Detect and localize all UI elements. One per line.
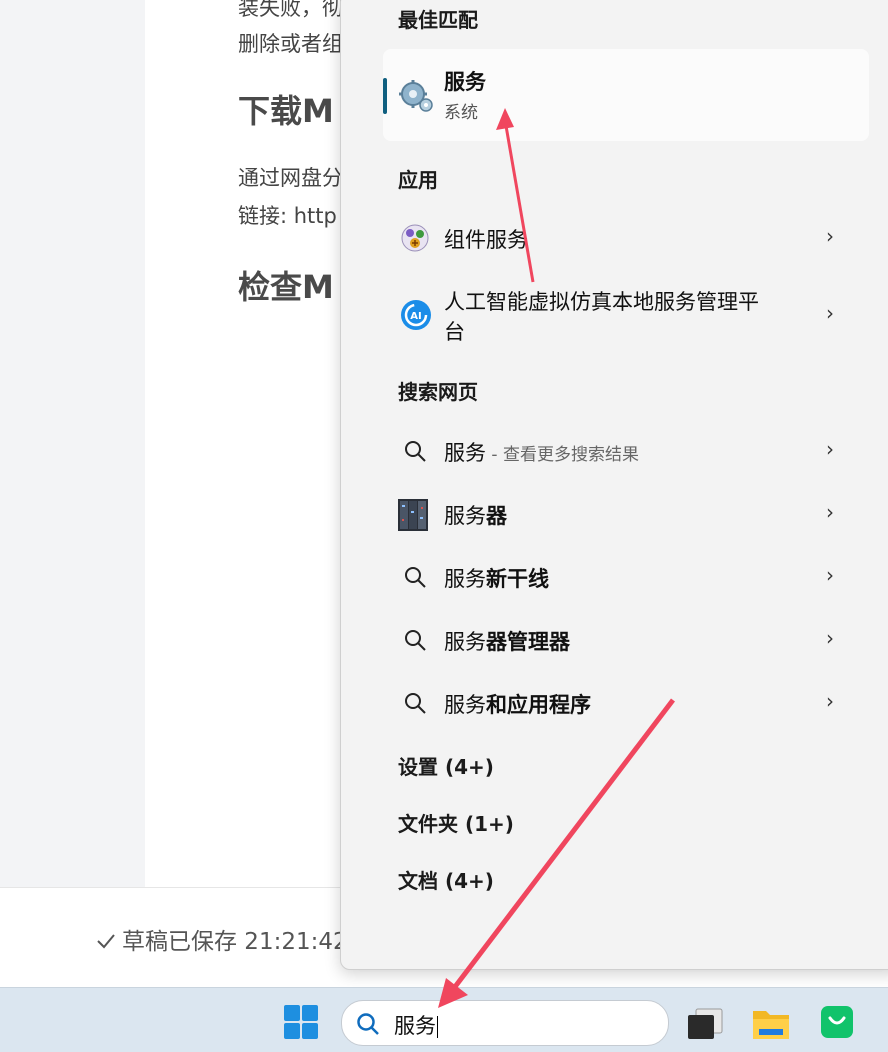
windows-start-icon[interactable] [284, 1005, 318, 1043]
doc-heading-download: 下载M [238, 92, 334, 130]
web-result-hint: - 查看更多搜索结果 [486, 445, 639, 465]
doc-paragraph-3: 通过网盘分 [238, 166, 343, 190]
best-match-subtitle: 系统 [444, 103, 478, 123]
web-result-main: 服务 [444, 630, 486, 654]
app-item-ai-platform-line2: 台 [444, 320, 465, 344]
web-result-main: 服务 [444, 567, 486, 591]
svg-text:AI: AI [410, 311, 421, 322]
ai-platform-icon: AI [400, 299, 432, 335]
taskbar-search-input[interactable] [341, 1000, 669, 1046]
chevron-right-icon[interactable]: › [826, 626, 834, 650]
chevron-right-icon[interactable]: › [826, 437, 834, 461]
web-result-bold: 新干线 [486, 567, 549, 591]
chevron-right-icon[interactable]: › [826, 500, 834, 524]
web-result-main: 服务 [444, 504, 486, 528]
search-icon [404, 440, 426, 466]
app-item-component-services[interactable]: 组件服务 [444, 224, 528, 254]
web-result-services[interactable]: 服务 - 查看更多搜索结果 [444, 437, 639, 467]
search-icon [404, 629, 426, 655]
web-result-server[interactable]: 服务器 [444, 500, 507, 530]
search-query: 服务 [394, 1014, 436, 1038]
doc-paragraph-4: 链接: http [238, 204, 337, 228]
store-bag-icon[interactable] [820, 1005, 854, 1043]
doc-heading-check: 检查M [238, 268, 334, 306]
text-caret [437, 1016, 438, 1038]
best-match-heading: 最佳匹配 [398, 8, 478, 32]
selection-accent [383, 78, 387, 114]
app-item-ai-platform-line1: 人工智能虚拟仿真本地服务管理平 [444, 290, 759, 314]
web-result-main: 服务 [444, 441, 486, 465]
search-icon [356, 1012, 380, 1040]
folders-heading[interactable]: 文件夹 (1+) [398, 808, 514, 837]
settings-heading[interactable]: 设置 (4+) [398, 751, 494, 780]
chevron-right-icon[interactable]: › [826, 224, 834, 248]
save-status: 草稿已保存 21:21:42 [96, 922, 348, 956]
chevron-right-icon[interactable]: › [826, 563, 834, 587]
search-icon [404, 692, 426, 718]
web-result-server-manager[interactable]: 服务器管理器 [444, 626, 570, 656]
file-explorer-icon[interactable] [751, 1005, 791, 1045]
documents-heading[interactable]: 文档 (4+) [398, 865, 494, 894]
web-result-bold: 器管理器 [486, 630, 570, 654]
web-result-services-and-apps[interactable]: 服务和应用程序 [444, 689, 591, 719]
chevron-right-icon[interactable]: › [826, 301, 834, 325]
services-gear-icon [397, 76, 435, 118]
best-match-title: 服务 [444, 70, 486, 94]
document-page [145, 0, 345, 887]
web-heading: 搜索网页 [398, 380, 478, 404]
search-icon [404, 566, 426, 592]
web-result-main: 服务 [444, 693, 486, 717]
doc-paragraph-1: 装失败，彻 [238, 0, 343, 20]
web-result-service-express[interactable]: 服务新干线 [444, 563, 549, 593]
component-services-icon [400, 223, 430, 257]
check-icon [96, 929, 116, 955]
server-photo-icon [398, 499, 428, 535]
doc-paragraph-2: 删除或者组 [238, 32, 343, 56]
web-result-bold: 器 [486, 504, 507, 528]
save-status-text: 草稿已保存 21:21:42 [122, 929, 348, 955]
task-view-icon[interactable] [686, 1007, 724, 1045]
taskbar-search-text: 服务 [394, 1010, 438, 1040]
chevron-right-icon[interactable]: › [826, 689, 834, 713]
app-item-ai-platform[interactable]: 人工智能虚拟仿真本地服务管理平 台 [444, 286, 759, 346]
web-result-bold: 和应用程序 [486, 693, 591, 717]
apps-heading: 应用 [398, 168, 438, 192]
